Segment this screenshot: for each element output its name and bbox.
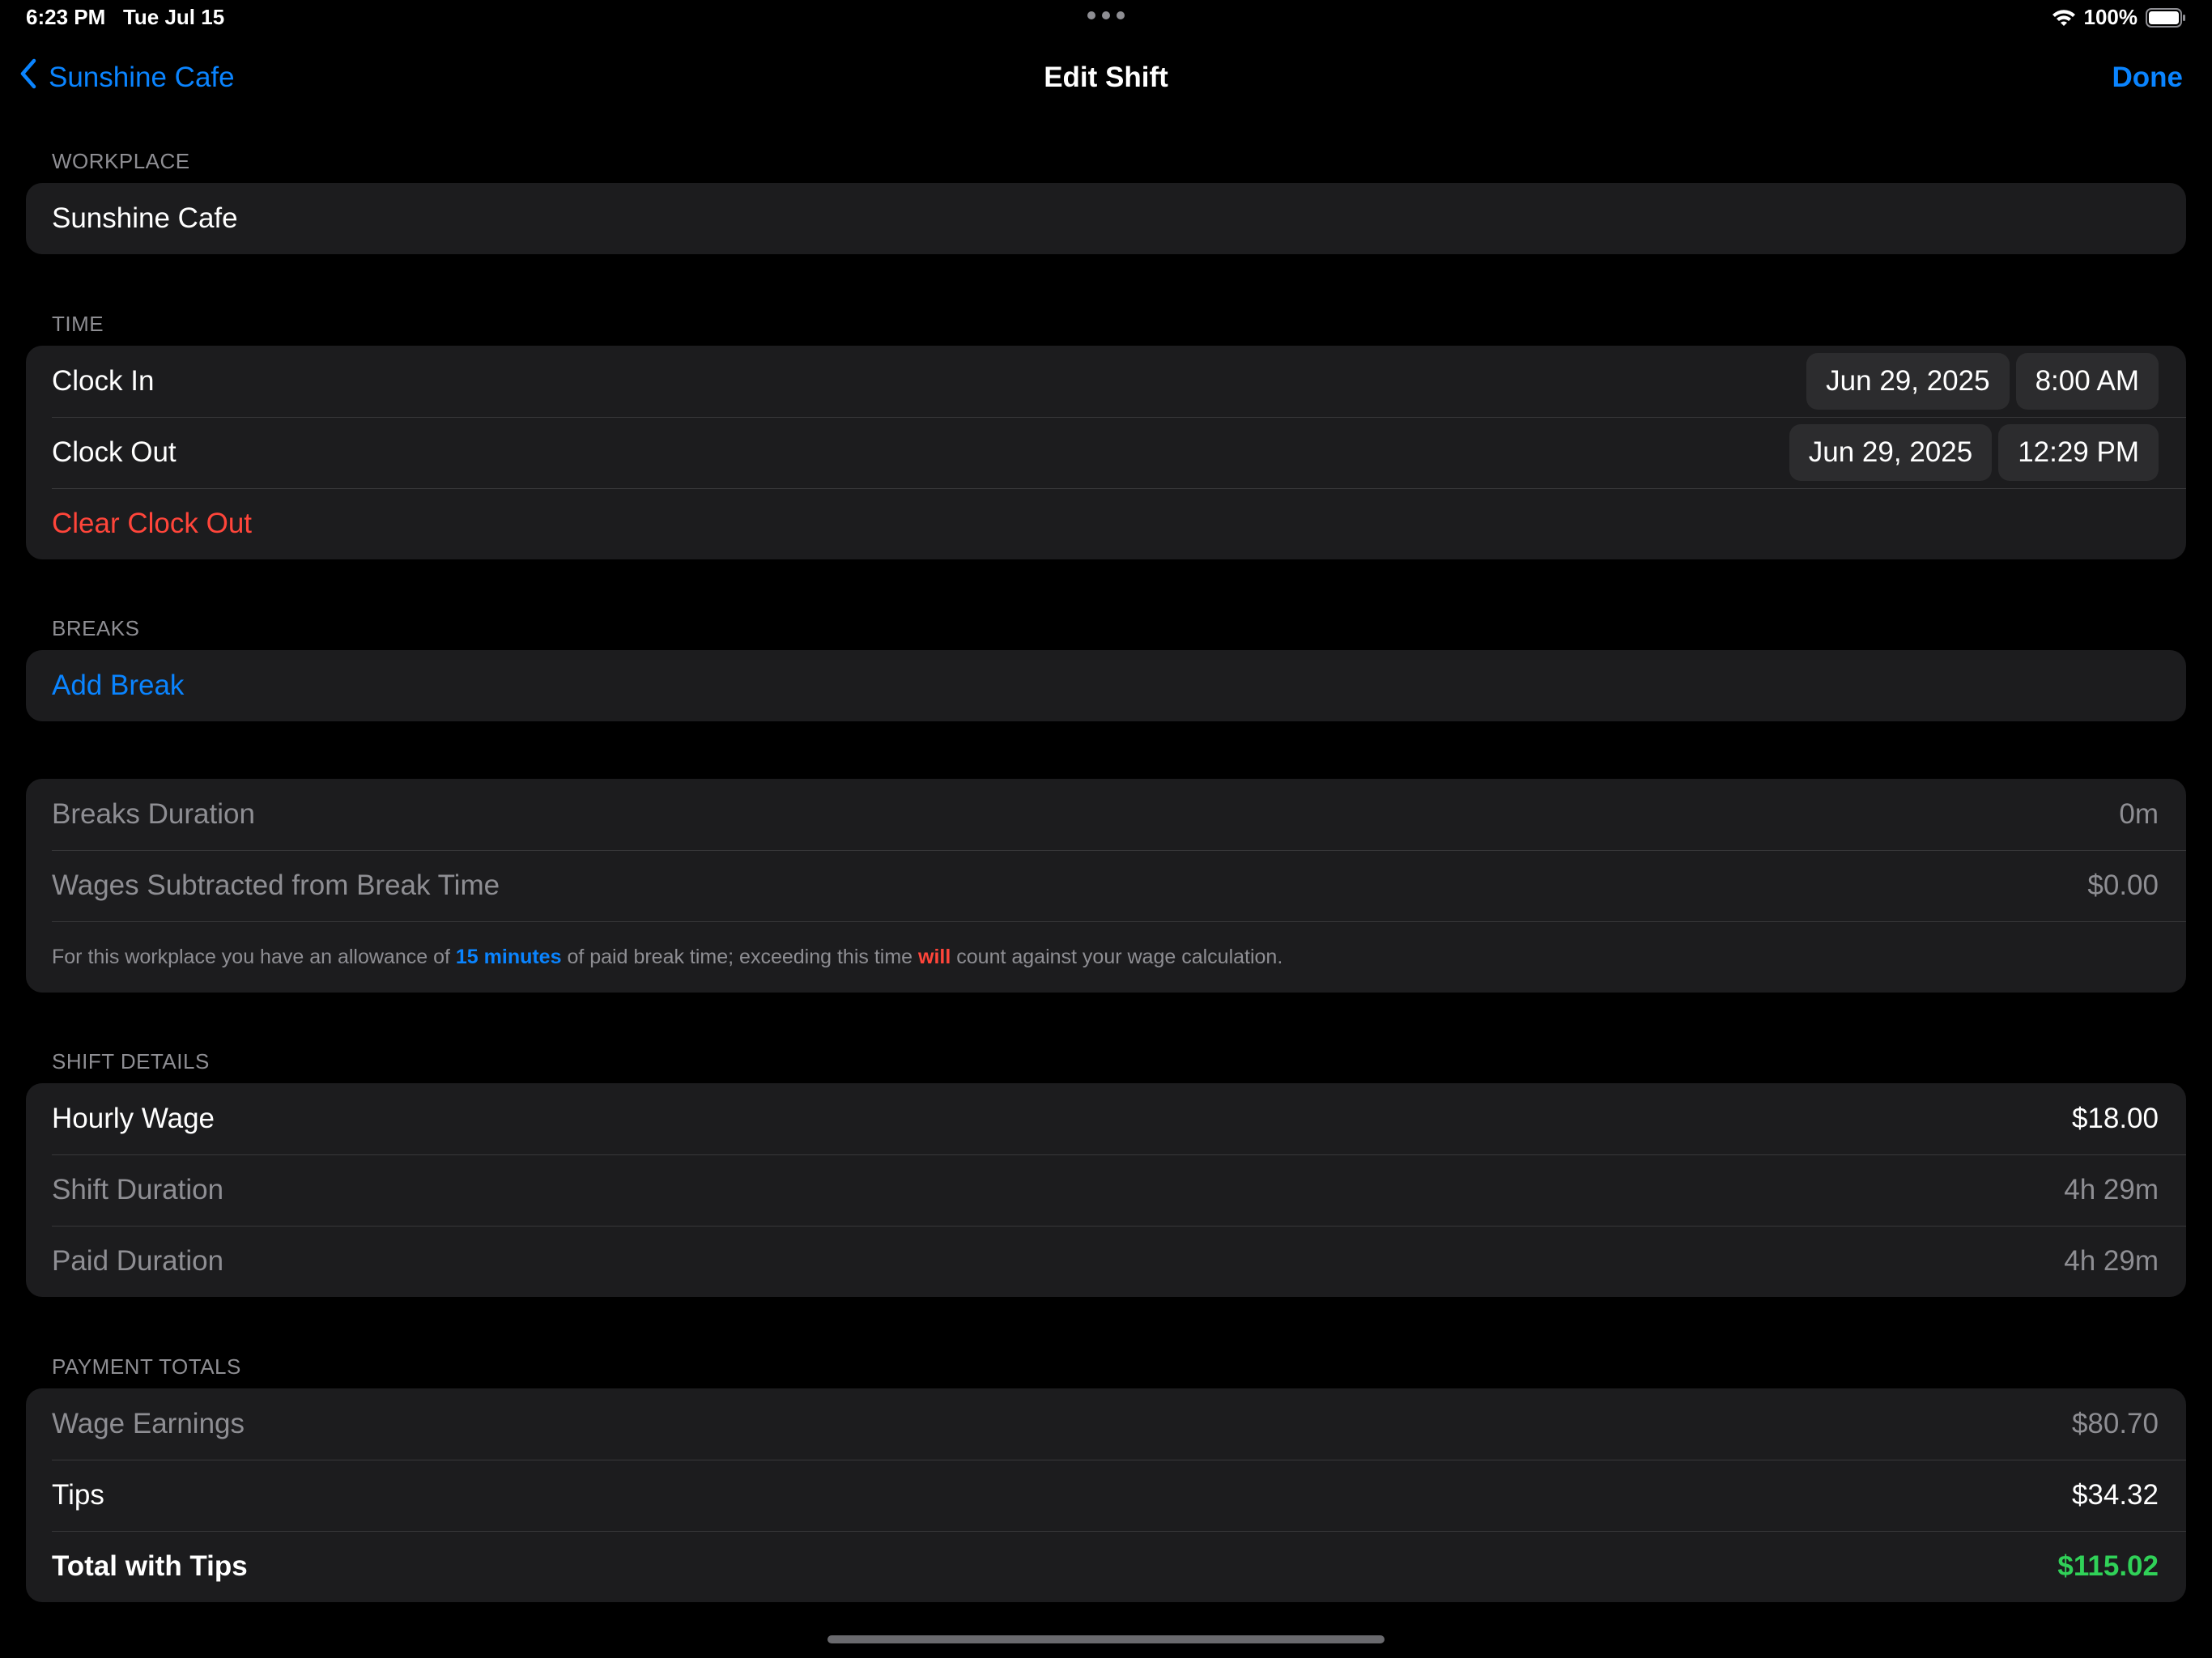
clock-in-label: Clock In [52, 365, 155, 397]
workplace-section-header: WORKPLACE [52, 149, 190, 173]
status-clock: 6:23 PM [26, 5, 106, 29]
shift-details-card: Hourly Wage $18.00 Shift Duration 4h 29m… [26, 1083, 2186, 1297]
more-dots-icon[interactable] [1087, 11, 1125, 19]
navigation-bar: Sunshine Cafe Edit Shift Done [0, 49, 2212, 107]
hourly-wage-row[interactable]: Hourly Wage $18.00 [26, 1083, 2186, 1154]
tips-label: Tips [52, 1479, 104, 1511]
total-with-tips-value: $115.02 [2057, 1550, 2159, 1582]
page-title: Edit Shift [1044, 62, 1168, 93]
shift-duration-value: 4h 29m [2064, 1174, 2159, 1205]
clock-in-date-picker[interactable]: Jun 29, 2025 [1806, 353, 2010, 410]
battery-percent: 100% [2083, 5, 2138, 29]
tips-row[interactable]: Tips $34.32 [26, 1460, 2186, 1531]
note-will-emphasis: will [918, 945, 951, 968]
clock-out-row: Clock Out Jun 29, 2025 12:29 PM [26, 417, 2186, 488]
status-date: Tue Jul 15 [122, 5, 225, 29]
workplace-card: Sunshine Cafe [26, 183, 2186, 254]
break-wages-value: $0.00 [2087, 869, 2159, 901]
payment-totals-card: Wage Earnings $80.70 Tips $34.32 Total w… [26, 1388, 2186, 1602]
break-summary-card: Breaks Duration 0m Wages Subtracted from… [26, 779, 2186, 993]
wage-earnings-value: $80.70 [2071, 1408, 2159, 1439]
hourly-wage-label: Hourly Wage [52, 1103, 215, 1134]
workplace-row[interactable]: Sunshine Cafe [26, 183, 2186, 254]
breaks-section-header: BREAKS [52, 616, 140, 640]
done-button[interactable]: Done [2112, 62, 2184, 94]
battery-icon [2146, 7, 2186, 28]
total-with-tips-label: Total with Tips [52, 1550, 248, 1582]
note-text-2: of paid break time; exceeding this time [561, 945, 919, 968]
note-text-3: count against your wage calculation. [951, 945, 1283, 968]
home-indicator[interactable] [827, 1635, 1385, 1643]
add-break-row[interactable]: Add Break [26, 650, 2186, 721]
payment-totals-section-header: PAYMENT TOTALS [52, 1354, 241, 1379]
tips-value[interactable]: $34.32 [2072, 1479, 2159, 1511]
shift-duration-row: Shift Duration 4h 29m [26, 1154, 2186, 1226]
shift-duration-label: Shift Duration [52, 1174, 224, 1205]
paid-duration-label: Paid Duration [52, 1245, 224, 1277]
paid-duration-row: Paid Duration 4h 29m [26, 1226, 2186, 1297]
breaks-duration-value: 0m [2119, 798, 2159, 830]
note-allowance-minutes: 15 minutes [455, 945, 562, 968]
time-section-header: TIME [52, 312, 104, 336]
note-text-1: For this workplace you have an allowance… [52, 945, 456, 968]
time-card: Clock In Jun 29, 2025 8:00 AM Clock Out … [26, 346, 2186, 559]
breaks-duration-label: Breaks Duration [52, 798, 255, 830]
breaks-duration-row: Breaks Duration 0m [26, 779, 2186, 850]
breaks-card: Add Break [26, 650, 2186, 721]
paid-duration-value: 4h 29m [2064, 1245, 2159, 1277]
clock-in-row: Clock In Jun 29, 2025 8:00 AM [26, 346, 2186, 417]
clear-clock-out-button[interactable]: Clear Clock Out [52, 508, 2159, 540]
clock-in-time-picker[interactable]: 8:00 AM [2015, 353, 2159, 410]
status-bar: 6:23 PM Tue Jul 15 100% [0, 0, 2212, 39]
break-wages-row: Wages Subtracted from Break Time $0.00 [26, 850, 2186, 921]
workplace-name: Sunshine Cafe [52, 202, 238, 234]
add-break-button[interactable]: Add Break [52, 670, 2159, 702]
total-with-tips-row: Total with Tips $115.02 [26, 1531, 2186, 1602]
break-wages-label: Wages Subtracted from Break Time [52, 869, 500, 901]
shift-details-section-header: SHIFT DETAILS [52, 1049, 210, 1073]
clock-out-label: Clock Out [52, 436, 177, 468]
clock-out-time-picker[interactable]: 12:29 PM [1998, 424, 2159, 481]
hourly-wage-value[interactable]: $18.00 [2072, 1103, 2159, 1135]
clock-out-date-picker[interactable]: Jun 29, 2025 [1789, 424, 1993, 481]
status-time: 6:23 PM Tue Jul 15 [26, 5, 224, 30]
clear-clock-out-row[interactable]: Clear Clock Out [26, 488, 2186, 559]
break-allowance-note: For this workplace you have an allowance… [26, 921, 2186, 993]
wage-earnings-row: Wage Earnings $80.70 [26, 1388, 2186, 1460]
status-indicators: 100% [2052, 5, 2187, 30]
wage-earnings-label: Wage Earnings [52, 1408, 245, 1439]
wifi-icon [2052, 8, 2076, 28]
